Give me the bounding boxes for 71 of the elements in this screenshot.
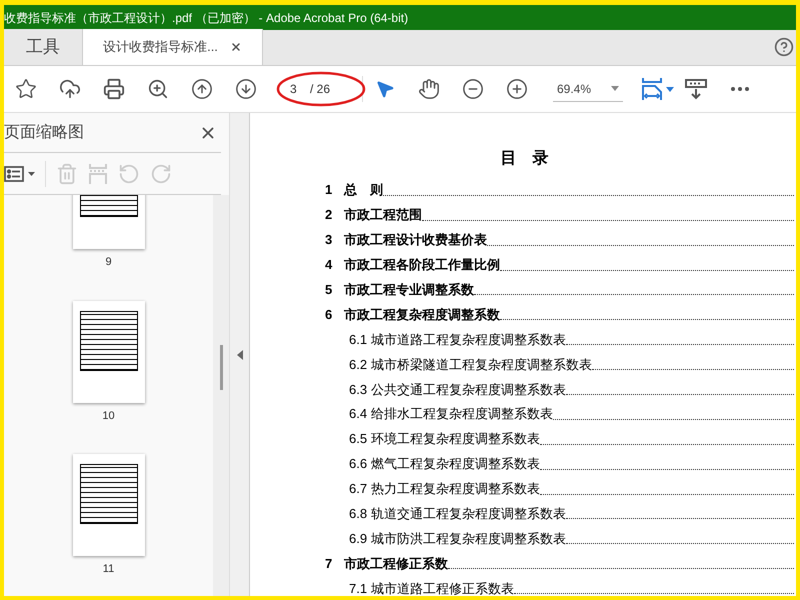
caret-icon: [611, 86, 619, 91]
list-icon: [4, 166, 24, 182]
toc-entry-number: 6.7: [349, 480, 368, 498]
toc-entry-number: 6.6: [349, 455, 368, 474]
toc-entry-link[interactable]: 总 则: [344, 180, 383, 200]
more-icon: [731, 87, 749, 91]
toc-entry-link[interactable]: 城市防洪工程复杂程度调整系数表: [371, 528, 566, 548]
toc-entry-number: 7.1: [349, 580, 368, 596]
toc-entry-number: 1: [325, 181, 334, 200]
toc-entry-link[interactable]: 轨道交通工程复杂程度调整系数表: [371, 504, 566, 524]
toc-entry-number: 7: [325, 554, 334, 573]
help-icon[interactable]: [774, 37, 794, 57]
page-width-icon: [641, 77, 663, 101]
toc-entry-link[interactable]: 城市桥梁隧道工程复杂程度调整系数表: [371, 354, 592, 374]
toc-entry-number: 4: [325, 256, 334, 274]
panel-title: 页面缩略图: [4, 122, 84, 142]
options-button[interactable]: [4, 166, 35, 182]
table-drawing: [80, 464, 138, 524]
toc-entry-number: 6.8: [349, 504, 368, 523]
toc-entry-number: 2: [325, 206, 334, 224]
tab[interactable]: 工具: [4, 29, 83, 65]
toc-entry-link[interactable]: 公共交通工程复杂程度调整系数表: [371, 380, 566, 400]
pointer-icon: [375, 79, 395, 99]
page-number-field[interactable]: 3: [286, 80, 310, 98]
arrow-up-icon: [191, 78, 213, 100]
scrollbar[interactable]: [213, 195, 229, 596]
collapse-arrow-icon: [236, 350, 242, 360]
table-drawing: [80, 310, 138, 370]
toc-entry-link[interactable]: 环境工程复杂程度调整系数表: [371, 429, 540, 449]
hand-icon: [418, 78, 440, 100]
toc-entry-number: 3: [325, 231, 334, 250]
toc-entry-link[interactable]: 市政工程专业调整系数: [344, 280, 474, 300]
page-total: / 26: [310, 81, 330, 98]
toc-entry-link[interactable]: 市政工程范围: [344, 205, 422, 225]
window-title: 收费指导标准（市政工程设计）.pdf （已加密） - Adobe Acrobat Pro (64-bit): [4, 10, 408, 26]
toc-entry-link[interactable]: 燃气工程复杂程度调整系数表: [371, 454, 540, 474]
toc-entry-link[interactable]: 市政工程各阶段工作量比例: [344, 255, 500, 275]
close-icon: [230, 41, 242, 53]
toc-entry-link[interactable]: 给排水工程复杂程度调整系数表: [371, 404, 553, 424]
page-number: 9: [105, 255, 112, 270]
toc-entry-number: 6.2: [349, 356, 368, 374]
toc-entry-number: 6.1: [349, 330, 368, 349]
toc-entry-number: 6.3: [349, 380, 368, 399]
toc-entry-link[interactable]: 热力工程复杂程度调整系数表: [371, 479, 540, 499]
caret-icon: [666, 86, 674, 92]
toc-entry-number: 5: [325, 280, 334, 299]
tab[interactable]: 设计收费指导标准...: [83, 29, 263, 65]
toc-entry-link[interactable]: 市政工程修正系数: [344, 554, 448, 574]
toc-entry-number: 6.4: [349, 405, 368, 424]
caret-icon: [28, 172, 35, 176]
toc-entry-link[interactable]: 城市道路工程复杂程度调整系数表: [371, 330, 566, 350]
toc-entry-link[interactable]: 城市道路工程修正系数表: [371, 578, 514, 596]
printer-icon: [103, 78, 125, 100]
page-thumbnail[interactable]: [72, 454, 144, 556]
cloud-upload-icon: [59, 78, 81, 100]
keyboard-arrow-icon: [685, 78, 707, 100]
toc-entry-number: 6: [325, 306, 334, 324]
page-number: 11: [102, 562, 114, 577]
magnifier-icon: [147, 78, 169, 100]
toc-entry-link[interactable]: 市政工程复杂程度调整系数: [344, 304, 500, 324]
toc-entry-number: 6.5: [349, 430, 368, 448]
page-number: 10: [102, 408, 115, 424]
minus-icon: [462, 78, 484, 100]
zoom-dropdown[interactable]: 69.4%: [553, 76, 623, 102]
toc-title: 目 录: [500, 149, 550, 169]
toc-entry-number: 6.9: [349, 530, 368, 548]
toc-entry-link[interactable]: 市政工程设计收费基价表: [344, 230, 487, 250]
plus-icon: [506, 78, 528, 100]
star-icon: [15, 78, 37, 100]
arrow-down-icon: [235, 78, 257, 100]
page-thumbnail[interactable]: [72, 300, 144, 402]
